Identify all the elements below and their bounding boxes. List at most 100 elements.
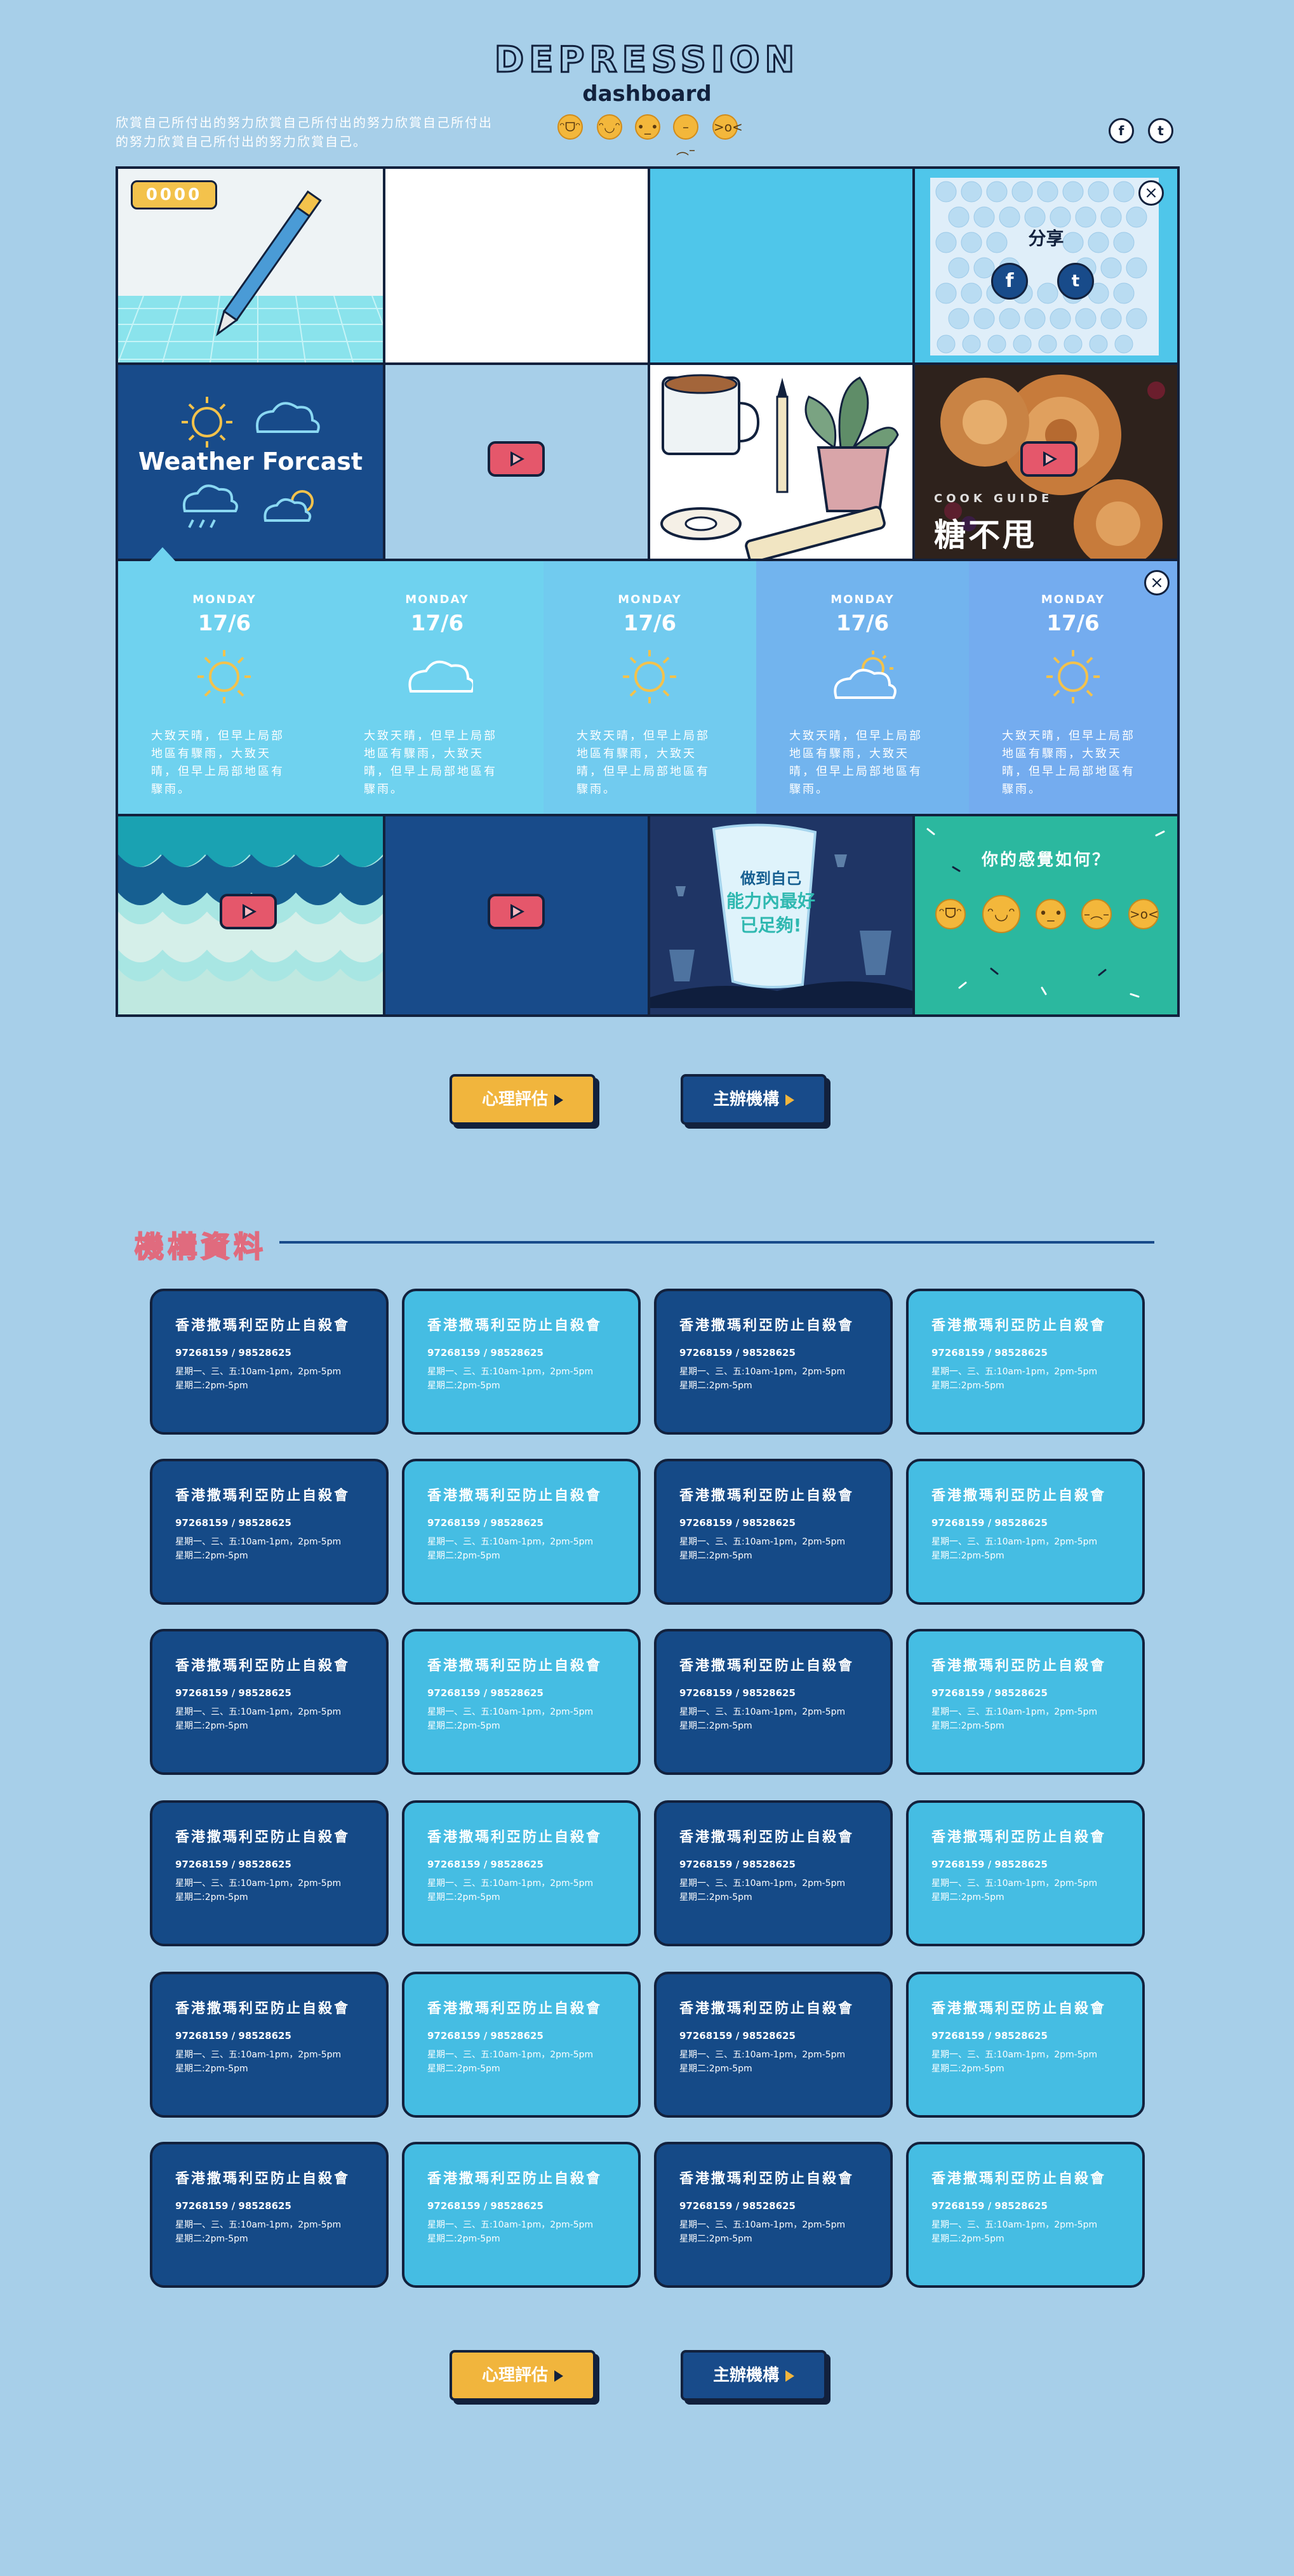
org-card[interactable]: 香港撒瑪利亞防止自殺會 97268159 / 98528625 星期一、三、五:10… [150, 1459, 389, 1605]
org-card-hours-tuesday: 星期二:2pm-5pm [175, 1551, 248, 1561]
org-card-name: 香港撒瑪利亞防止自殺會 [427, 1488, 603, 1504]
forecast-description: 大致天晴，但早上局部地區有驟雨，大致天晴，但早上局部地區有驟雨。 [789, 729, 923, 796]
facebook-icon[interactable]: f [1109, 118, 1134, 143]
wave-video-tile[interactable] [118, 816, 383, 1014]
share-twitter-icon[interactable]: t [1057, 263, 1094, 300]
org-card-hours-tuesday: 星期二:2pm-5pm [679, 1551, 752, 1561]
org-card-phone: 97268159 / 98528625 [427, 1347, 544, 1358]
org-card-name: 香港撒瑪利亞防止自殺會 [175, 1488, 350, 1504]
org-card[interactable]: 香港撒瑪利亞防止自殺會 97268159 / 98528625 星期一、三、五:10… [654, 1459, 893, 1605]
sad-face-icon[interactable]: –︵– [1081, 899, 1112, 929]
lantern-line-3: 已足夠! [740, 915, 802, 936]
sad-face-icon[interactable]: –︵– [673, 114, 698, 157]
twitter-icon[interactable]: t [1148, 118, 1173, 143]
blank-tile[interactable] [385, 169, 648, 362]
org-card-hours: 星期一、三、五:10am-1pm，2pm-5pm 星期二:2pm-5pm [931, 1365, 1122, 1393]
org-card[interactable]: 香港撒瑪利亞防止自殺會 97268159 / 98528625 星期一、三、五:10… [654, 1629, 893, 1775]
org-card[interactable]: 香港撒瑪利亞防止自殺會 97268159 / 98528625 星期一、三、五:10… [402, 2142, 641, 2288]
org-card[interactable]: 香港撒瑪利亞防止自殺會 97268159 / 98528625 星期一、三、五:10… [906, 2142, 1145, 2288]
org-card-hours: 星期一、三、五:10am-1pm，2pm-5pm 星期二:2pm-5pm [175, 2218, 366, 2246]
org-card-phone: 97268159 / 98528625 [931, 2200, 1048, 2212]
org-card[interactable]: 香港撒瑪利亞防止自殺會 97268159 / 98528625 星期一、三、五:10… [654, 2142, 893, 2288]
grin-face-icon[interactable]: ᵔ◡ᵔ [982, 895, 1020, 933]
org-card[interactable]: 香港撒瑪利亞防止自殺會 97268159 / 98528625 星期一、三、五:10… [906, 1289, 1145, 1435]
org-card-hours-weekdays: 星期一、三、五:10am-1pm，2pm-5pm [679, 1878, 846, 1889]
org-card-hours-weekdays: 星期一、三、五:10am-1pm，2pm-5pm [175, 1707, 342, 1717]
forecast-description: 大致天晴，但早上局部地區有驟雨，大致天晴，但早上局部地區有驟雨。 [364, 729, 497, 796]
play-button-icon[interactable] [488, 894, 545, 929]
laugh-face-icon[interactable]: ᵔᗜᵔ [557, 114, 583, 140]
sun-icon [1046, 650, 1100, 703]
play-button-icon[interactable] [220, 894, 277, 929]
org-card-phone: 97268159 / 98528625 [175, 2200, 291, 2212]
sun-cloud-icon [834, 651, 897, 699]
org-card-hours-tuesday: 星期二:2pm-5pm [175, 2234, 248, 2244]
share-facebook-icon[interactable]: f [991, 263, 1028, 300]
share-tile[interactable]: 分享 f t × [915, 169, 1177, 362]
organizers-button-bottom[interactable]: 主辦機構 [681, 2350, 827, 2401]
org-card-hours: 星期一、三、五:10am-1pm，2pm-5pm 星期二:2pm-5pm [931, 1535, 1122, 1563]
cloud-icon [408, 660, 473, 693]
org-card-name: 香港撒瑪利亞防止自殺會 [427, 2171, 603, 2187]
close-icon[interactable]: × [1144, 570, 1170, 595]
org-card[interactable]: 香港撒瑪利亞防止自殺會 97268159 / 98528625 星期一、三、五:10… [906, 1800, 1145, 1946]
org-card-name: 香港撒瑪利亞防止自殺會 [175, 2001, 350, 2017]
org-card-name: 香港撒瑪利亞防止自殺會 [175, 1658, 350, 1674]
laugh-face-icon[interactable]: ᵔᗜᵔ [935, 899, 966, 929]
bubble-wrap-pattern [935, 181, 1147, 354]
video-tile-2[interactable] [385, 816, 648, 1014]
grin-face-icon[interactable]: ᵔ◡ᵔ [597, 114, 622, 140]
org-card[interactable]: 香港撒瑪利亞防止自殺會 97268159 / 98528625 星期一、三、五:10… [654, 1289, 893, 1435]
org-section-title: 機構資料 [134, 1229, 267, 1265]
tired-face-icon[interactable]: >o< [1128, 899, 1159, 929]
org-card[interactable]: 香港撒瑪利亞防止自殺會 97268159 / 98528625 星期一、三、五:10… [402, 1459, 641, 1605]
assessment-button-bottom[interactable]: 心理評估 [450, 2350, 596, 2401]
play-button-icon[interactable] [1020, 441, 1077, 477]
org-card[interactable]: 香港撒瑪利亞防止自殺會 97268159 / 98528625 星期一、三、五:10… [150, 1629, 389, 1775]
dashboard-grid: 0000 分享 f t × Weather Forcast COOK GUIDE… [116, 166, 1180, 1017]
org-card-hours: 星期一、三、五:10am-1pm，2pm-5pm 星期二:2pm-5pm [427, 1535, 618, 1563]
stationery-tile[interactable] [650, 365, 912, 559]
sun-icon [197, 650, 251, 703]
close-icon[interactable]: × [1138, 180, 1164, 206]
org-card-name: 香港撒瑪利亞防止自殺會 [427, 1658, 603, 1674]
cook-guide-tile[interactable]: COOK GUIDE 糖不甩 [915, 365, 1177, 559]
org-card[interactable]: 香港撒瑪利亞防止自殺會 97268159 / 98528625 星期一、三、五:10… [402, 1629, 641, 1775]
weather-tile[interactable]: Weather Forcast [118, 365, 383, 559]
org-card-hours-weekdays: 星期一、三、五:10am-1pm，2pm-5pm [175, 1537, 342, 1547]
org-card[interactable]: 香港撒瑪利亞防止自殺會 97268159 / 98528625 星期一、三、五:10… [150, 1972, 389, 2118]
blue-tile[interactable] [650, 169, 912, 362]
play-button-icon[interactable] [488, 441, 545, 477]
org-card-name: 香港撒瑪利亞防止自殺會 [175, 1318, 350, 1334]
org-card[interactable]: 香港撒瑪利亞防止自殺會 97268159 / 98528625 星期一、三、五:10… [906, 1459, 1145, 1605]
org-card-hours: 星期一、三、五:10am-1pm，2pm-5pm 星期二:2pm-5pm [175, 1705, 366, 1733]
org-card[interactable]: 香港撒瑪利亞防止自殺會 97268159 / 98528625 星期一、三、五:10… [402, 1800, 641, 1946]
assessment-button[interactable]: 心理評估 [450, 1074, 596, 1125]
org-card[interactable]: 香港撒瑪利亞防止自殺會 97268159 / 98528625 星期一、三、五:10… [402, 1289, 641, 1435]
neutral-face-icon[interactable]: •_• [635, 114, 660, 140]
organizers-button[interactable]: 主辦機構 [681, 1074, 827, 1125]
neutral-face-icon[interactable]: •_• [1036, 899, 1066, 929]
tired-face-icon[interactable]: >o< [712, 114, 743, 140]
org-card-name: 香港撒瑪利亞防止自殺會 [679, 1658, 855, 1674]
org-card-phone: 97268159 / 98528625 [427, 1517, 544, 1529]
lantern-tile[interactable]: 做到自己 能力內最好 已足夠! [650, 816, 912, 1014]
org-card[interactable]: 香港撒瑪利亞防止自殺會 97268159 / 98528625 星期一、三、五:10… [150, 1289, 389, 1435]
org-card[interactable]: 香港撒瑪利亞防止自殺會 97268159 / 98528625 星期一、三、五:10… [654, 1972, 893, 2118]
pencil-tile[interactable]: 0000 [118, 169, 383, 362]
org-card[interactable]: 香港撒瑪利亞防止自殺會 97268159 / 98528625 星期一、三、五:10… [150, 1800, 389, 1946]
org-card-hours-tuesday: 星期二:2pm-5pm [931, 1551, 1004, 1561]
forecast-description: 大致天晴，但早上局部地區有驟雨，大致天晴，但早上局部地區有驟雨。 [151, 729, 284, 796]
org-card-hours-weekdays: 星期一、三、五:10am-1pm，2pm-5pm [931, 2220, 1098, 2230]
video-tile-1[interactable] [385, 365, 648, 559]
org-card-phone: 97268159 / 98528625 [175, 1347, 291, 1358]
forecast-day: MONDAY 17/6 大致天晴，但早上局部地區有驟雨，大致天晴，但早上局部地區… [544, 561, 756, 814]
org-card[interactable]: 香港撒瑪利亞防止自殺會 97268159 / 98528625 星期一、三、五:10… [906, 1972, 1145, 2118]
org-card[interactable]: 香港撒瑪利亞防止自殺會 97268159 / 98528625 星期一、三、五:10… [150, 2142, 389, 2288]
org-card[interactable]: 香港撒瑪利亞防止自殺會 97268159 / 98528625 星期一、三、五:10… [654, 1800, 893, 1946]
org-card-phone: 97268159 / 98528625 [175, 1517, 291, 1529]
org-card[interactable]: 香港撒瑪利亞防止自殺會 97268159 / 98528625 星期一、三、五:10… [906, 1629, 1145, 1775]
feeling-tile[interactable]: 你的感覺如何？ ᵔᗜᵔ ᵔ◡ᵔ •_• –︵– >o< [915, 816, 1177, 1014]
org-card[interactable]: 香港撒瑪利亞防止自殺會 97268159 / 98528625 星期一、三、五:10… [402, 1972, 641, 2118]
org-card-hours-tuesday: 星期二:2pm-5pm [427, 1892, 500, 1902]
